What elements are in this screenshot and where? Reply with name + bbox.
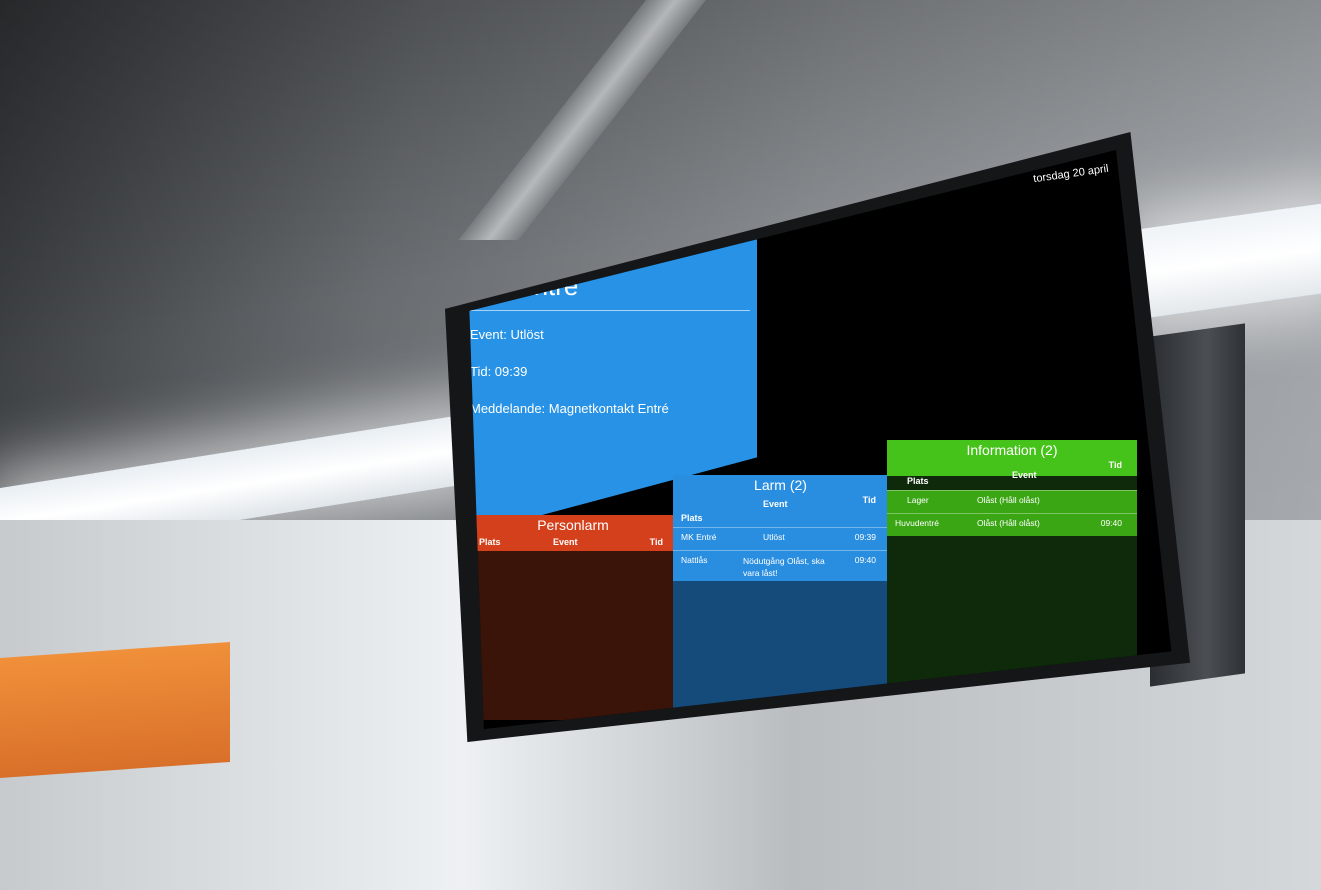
personlarm-panel: Personlarm Plats Event Tid <box>473 515 673 720</box>
information-col-tid: Tid <box>1108 460 1122 470</box>
event-message: Meddelande: Magnetkontakt Entré <box>470 401 669 416</box>
larm-rows: MK Entré Utlöst 09:39 Nattlås Nödutgång … <box>673 527 888 581</box>
orange-wall-panel <box>0 641 230 779</box>
row-plats: Nattlås <box>681 555 708 565</box>
event-time: Tid: 09:39 <box>470 364 528 379</box>
row-event: Utlöst <box>763 532 785 542</box>
larm-panel: Larm (2) Plats Event Tid MK Entré Utlöst… <box>673 475 888 715</box>
information-rows: Lager Olåst (Håll olåst) Huvudentré Olås… <box>887 490 1137 536</box>
row-event: Olåst (Håll olåst) <box>977 495 1040 505</box>
information-col-plats: Plats <box>907 476 929 486</box>
personlarm-title: Personlarm <box>537 517 609 533</box>
event-status: Event: Utlöst <box>470 327 544 342</box>
table-row[interactable]: Lager Olåst (Håll olåst) <box>887 490 1137 513</box>
information-panel: Information (2) Plats Event Tid Lager Ol… <box>887 440 1137 685</box>
larm-col-tid: Tid <box>862 495 876 505</box>
row-plats: Lager <box>907 495 929 505</box>
information-col-event: Event <box>1012 470 1037 480</box>
camera-view <box>755 195 1155 460</box>
row-tid: 09:39 <box>854 532 876 542</box>
row-plats: Huvudentré <box>895 518 939 528</box>
larm-header: Larm (2) Plats Event Tid <box>673 475 888 527</box>
personlarm-header: Personlarm Plats Event Tid <box>473 515 673 551</box>
row-tid: 09:40 <box>854 555 876 565</box>
larm-title: Larm (2) <box>754 477 807 493</box>
title-divider <box>470 310 750 311</box>
personlarm-col-plats: Plats <box>479 537 501 547</box>
row-event: Olåst (Håll olåst) <box>977 518 1040 528</box>
personlarm-col-event: Event <box>553 537 578 547</box>
larm-col-plats: Plats <box>681 513 703 523</box>
larm-col-event: Event <box>763 499 788 509</box>
row-plats: MK Entré <box>681 532 717 542</box>
row-tid: 09:40 <box>1100 518 1122 528</box>
table-row[interactable]: Huvudentré Olåst (Håll olåst) 09:40 <box>887 513 1137 536</box>
table-row[interactable]: MK Entré Utlöst 09:39 <box>673 527 888 550</box>
information-header: Information (2) Plats Event Tid <box>887 440 1137 486</box>
row-event: Nödutgång Olåst, ska vara låst! <box>743 556 825 578</box>
information-title: Information (2) <box>966 442 1058 458</box>
personlarm-col-tid: Tid <box>649 537 663 547</box>
table-row[interactable]: Nattlås Nödutgång Olåst, ska vara låst! … <box>673 550 888 581</box>
